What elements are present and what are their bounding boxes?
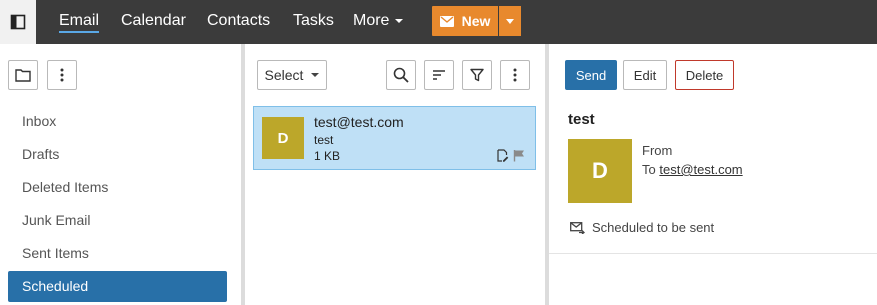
sidebar-toggle-button[interactable] [0, 0, 36, 44]
folder-junk-email[interactable]: Junk Email [8, 205, 227, 236]
nav-email[interactable]: Email [59, 0, 100, 44]
message-subject-heading: test [568, 111, 595, 128]
kebab-icon [513, 68, 517, 82]
scheduled-status: Scheduled to be sent [570, 220, 714, 235]
kebab-icon [60, 68, 64, 82]
reading-pane: Send Edit Delete test D From To test@tes… [549, 44, 877, 305]
nav-email-label: Email [59, 12, 100, 33]
new-button[interactable]: New [432, 6, 498, 36]
chevron-down-icon [506, 18, 514, 24]
message-list-item[interactable]: D test@test.com test 1 KB [253, 106, 536, 170]
divider-line [549, 253, 877, 254]
nav-more[interactable]: More [353, 0, 404, 44]
nav-tasks[interactable]: Tasks [293, 0, 334, 44]
folder-scheduled[interactable]: Scheduled [8, 271, 227, 302]
nav-tasks-label: Tasks [293, 12, 334, 29]
nav-contacts-label: Contacts [207, 12, 271, 29]
message-list-pane: Select D test@test.com test 1 KB [245, 44, 545, 305]
send-button[interactable]: Send [565, 60, 617, 90]
flag-icon[interactable] [513, 149, 525, 162]
select-dropdown[interactable]: Select [257, 60, 327, 90]
sender-avatar: D [568, 139, 632, 203]
chevron-down-icon [395, 18, 404, 23]
nav-contacts[interactable]: Contacts [207, 0, 270, 44]
new-dropdown-button[interactable] [499, 6, 521, 36]
message-icons [496, 149, 525, 162]
nav-more-label: More [353, 12, 390, 29]
folder-sent-items[interactable]: Sent Items [8, 238, 227, 269]
nav-calendar[interactable]: Calendar [121, 0, 186, 44]
folder-drafts[interactable]: Drafts [8, 139, 227, 170]
folder-deleted-items[interactable]: Deleted Items [8, 172, 227, 203]
select-label: Select [264, 67, 304, 83]
message-subject: test [314, 133, 334, 147]
from-label: From [642, 143, 673, 158]
sort-icon [433, 70, 445, 80]
folder-inbox[interactable]: Inbox [8, 106, 227, 137]
top-bar: Email Calendar Contacts Tasks More New [0, 0, 877, 44]
to-row: To test@test.com [642, 162, 743, 177]
envelope-icon [439, 15, 454, 27]
delete-button[interactable]: Delete [675, 60, 734, 90]
search-icon [393, 67, 409, 83]
search-button[interactable] [386, 60, 416, 90]
nav-calendar-label: Calendar [121, 12, 186, 29]
draft-edit-icon [497, 149, 509, 162]
chevron-down-icon [311, 73, 320, 77]
sort-button[interactable] [424, 60, 454, 90]
filter-icon [470, 68, 484, 82]
new-button-label: New [461, 13, 491, 29]
folder-button[interactable] [8, 60, 38, 90]
sidebar-toggle-icon [10, 14, 26, 30]
to-address-link[interactable]: test@test.com [659, 162, 742, 177]
folder-more-button[interactable] [47, 60, 77, 90]
filter-button[interactable] [462, 60, 492, 90]
edit-button[interactable]: Edit [623, 60, 667, 90]
list-more-button[interactable] [500, 60, 530, 90]
message-from: test@test.com [314, 114, 404, 130]
scheduled-status-text: Scheduled to be sent [592, 220, 715, 235]
message-size: 1 KB [314, 149, 341, 163]
avatar: D [262, 117, 304, 159]
folder-icon [15, 69, 31, 82]
scheduled-send-icon [570, 221, 585, 234]
to-label: To [642, 162, 656, 177]
folder-pane: Inbox Drafts Deleted Items Junk Email Se… [0, 44, 241, 305]
